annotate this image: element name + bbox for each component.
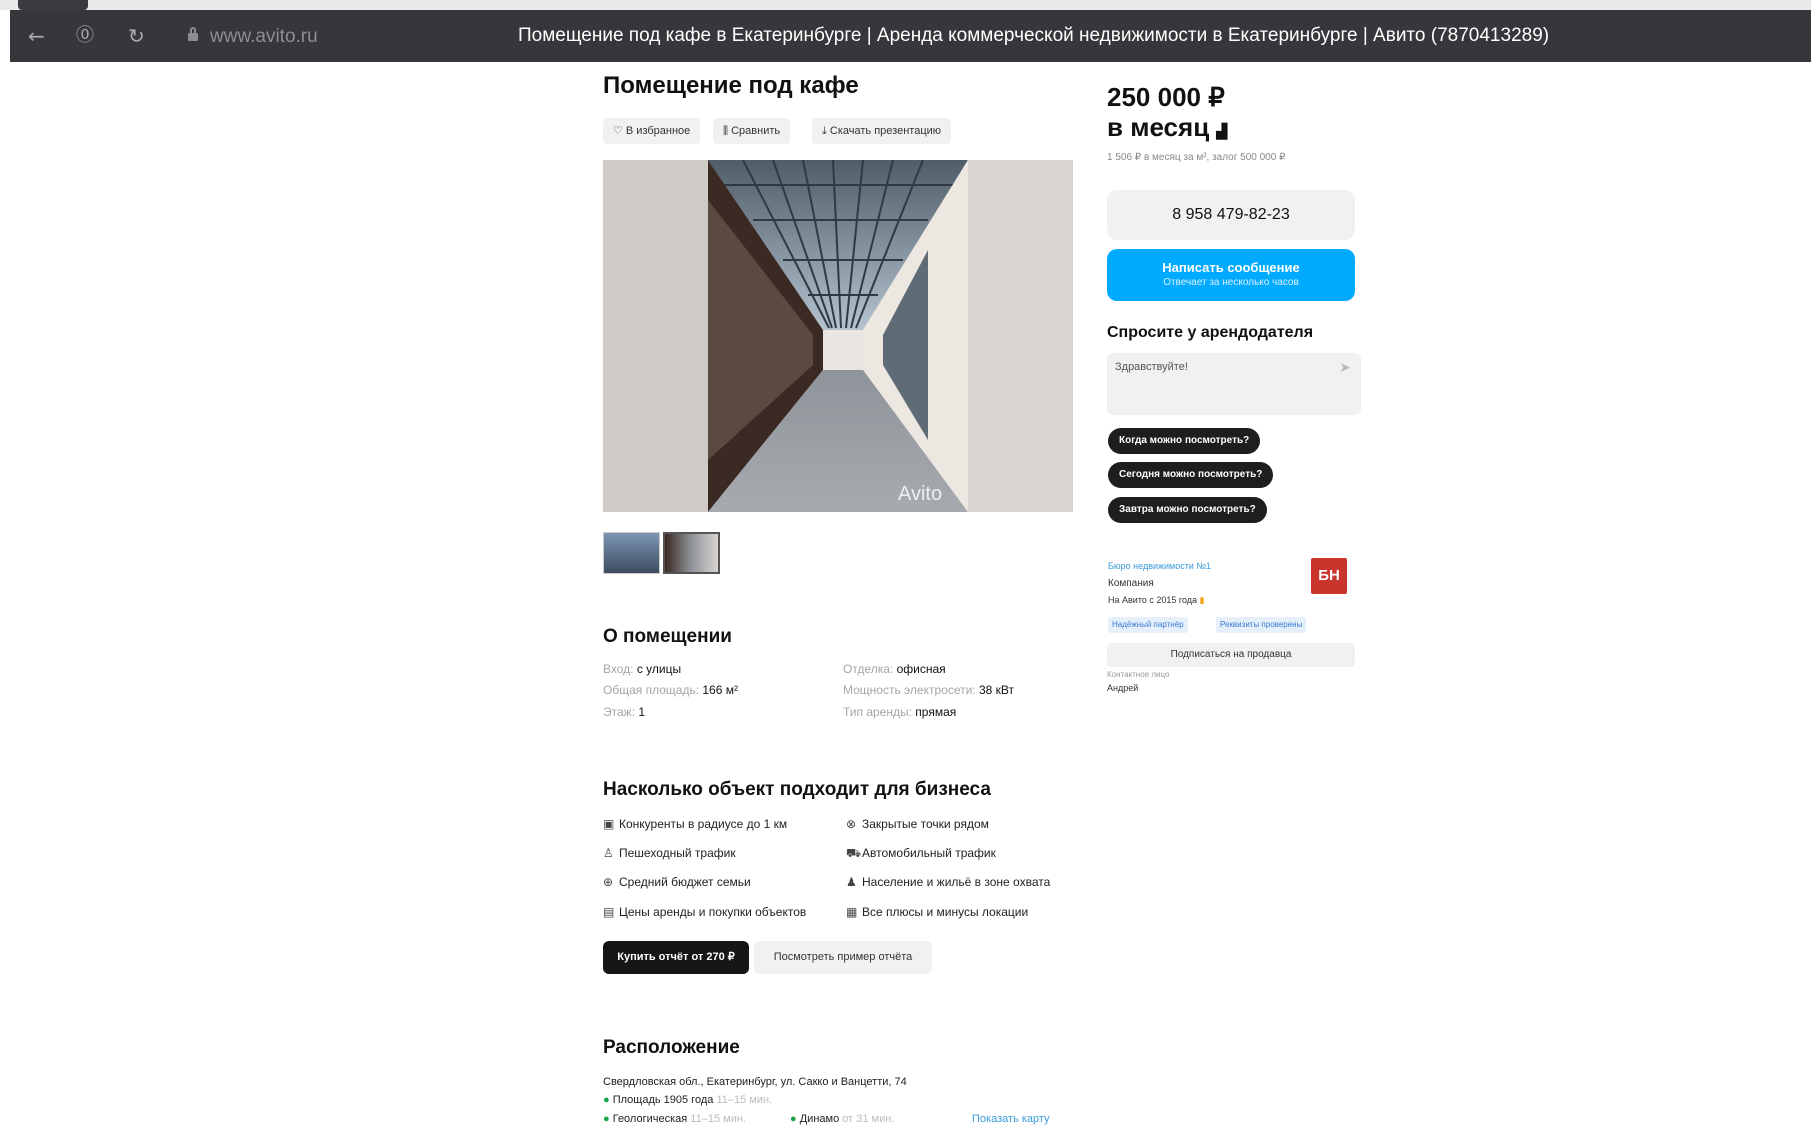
metro-station-3: ● Динамо от 31 мин. xyxy=(790,1113,895,1125)
price: 250 000 ₽ xyxy=(1107,82,1225,112)
yandex-protect-icon[interactable]: ⓪ xyxy=(76,24,94,48)
response-time: Отвечает за несколько часов xyxy=(1163,277,1299,288)
prop-area: Общая площадь: 166 м² xyxy=(603,683,738,697)
thumbnail-1[interactable] xyxy=(603,532,660,574)
download-presentation-button[interactable]: ⤓ Скачать презентацию xyxy=(812,118,952,144)
medal-icon: ▮ xyxy=(1199,595,1205,605)
prop-floor: Этаж: 1 xyxy=(603,705,646,719)
thumbnail-2[interactable] xyxy=(663,532,720,574)
browser-tab[interactable] xyxy=(18,0,88,10)
feature-closed-points: ⊗ Закрытые точки рядом xyxy=(846,817,989,831)
compare-button[interactable]: ⫼ Сравнить xyxy=(713,118,791,144)
pedestrian-icon: ♙ xyxy=(603,846,614,860)
gallery-photo: Avito xyxy=(603,160,1073,512)
people-icon: ♟ xyxy=(846,875,857,889)
contact-name: Андрей xyxy=(1107,683,1139,693)
price-tag-icon: ▤ xyxy=(603,905,615,919)
feature-competitors: ▣ Конкуренты в радиусе до 1 км xyxy=(603,817,788,831)
feature-family-budget: ⊕ Средний бюджет семьи xyxy=(603,875,751,889)
prop-finish: Отделка: офисная xyxy=(843,662,946,676)
badge-reliable-partner: Надёжный партнёр xyxy=(1108,617,1188,633)
feature-car-traffic: ⛟Автомобильный трафик xyxy=(846,846,996,860)
badge-details-verified: Реквизиты проверены xyxy=(1216,617,1307,633)
avito-watermark: Avito xyxy=(898,483,942,505)
photo-gallery[interactable]: Avito xyxy=(603,160,1073,512)
show-map-link[interactable]: Показать карту xyxy=(972,1113,1050,1125)
about-heading: О помещении xyxy=(603,626,732,647)
metro-station-1: ● Площадь 1905 года 11–15 мин. xyxy=(603,1094,773,1106)
prop-entrance: Вход: с улицы xyxy=(603,662,682,676)
report-example-button[interactable]: Посмотреть пример отчёта xyxy=(754,941,932,974)
favorite-button[interactable]: ♡ В избранное xyxy=(603,118,701,144)
buy-report-button[interactable]: Купить отчёт от 270 ₽ xyxy=(603,941,749,974)
write-message-button[interactable]: Написать сообщение Отвечает за несколько… xyxy=(1107,249,1355,301)
seller-type: Компания xyxy=(1108,578,1154,589)
feature-pedestrian: ♙ Пешеходный трафик xyxy=(603,846,736,860)
coin-icon: ⊕ xyxy=(603,875,614,889)
prop-rent-type: Тип аренды: прямая xyxy=(843,705,957,719)
quick-question-3[interactable]: Завтра можно посмотреть? xyxy=(1108,497,1267,523)
seller-name-link[interactable]: Бюро недвижимости №1 xyxy=(1108,561,1211,571)
building-icon: ▣ xyxy=(603,817,615,831)
back-arrow-icon[interactable]: ← xyxy=(28,24,45,48)
ask-landlord-heading: Спросите у арендодателя xyxy=(1107,324,1314,341)
price-details: 1 506 ₽ в месяц за м², залог 500 000 ₽ xyxy=(1107,152,1286,163)
quick-question-2[interactable]: Сегодня можно посмотреть? xyxy=(1108,462,1274,488)
price-history-icon: ▟ xyxy=(1216,123,1228,139)
price-period: в месяц xyxy=(1107,112,1210,142)
browser-tabstrip xyxy=(0,0,1811,10)
metro-dot-icon: ● xyxy=(603,1113,610,1125)
subscribe-seller-button[interactable]: Подписаться на продавца xyxy=(1107,643,1355,667)
ask-message-input[interactable]: Здравствуйте! ➤ xyxy=(1107,353,1361,415)
listing-title: Помещение под кафе xyxy=(603,72,859,99)
car-icon: ⛟ xyxy=(846,846,862,860)
seller-since: На Авито с 2015 года ▮ xyxy=(1108,595,1205,605)
send-icon[interactable]: ➤ xyxy=(1339,359,1351,376)
reload-icon[interactable]: ↻ xyxy=(128,24,145,48)
write-message-label: Написать сообщение xyxy=(1162,260,1300,275)
metro-station-2: ● Геологическая 11–15 мин. xyxy=(603,1113,746,1125)
ask-message-text: Здравствуйте! xyxy=(1115,361,1188,373)
address: Свердловская обл., Екатеринбург, ул. Сак… xyxy=(603,1076,907,1088)
business-heading: Насколько объект подходит для бизнеса xyxy=(603,779,991,800)
location-heading: Расположение xyxy=(603,1037,740,1058)
feature-prices: ▤ Цены аренды и покупки объектов xyxy=(603,905,807,919)
page-title-bar: Помещение под кафе в Екатеринбурге | Аре… xyxy=(518,25,1550,46)
quick-question-1[interactable]: Когда можно посмотреть? xyxy=(1108,428,1261,454)
contact-label: Контактное лицо xyxy=(1107,670,1170,679)
phone-number-button[interactable]: 8 958 479-82-23 xyxy=(1107,190,1355,240)
price-block: 250 000 ₽ в месяц ▟ xyxy=(1107,82,1227,146)
seller-logo[interactable]: БН xyxy=(1311,558,1347,594)
metro-dot-icon: ● xyxy=(790,1113,797,1125)
closed-circle-icon: ⊗ xyxy=(846,817,857,831)
prop-power: Мощность электросети: 38 кВт xyxy=(843,683,1015,697)
address-bar-url[interactable]: www.avito.ru xyxy=(210,26,318,48)
feature-pros-cons: ▦ Все плюсы и минусы локации xyxy=(846,905,1029,919)
lock-icon xyxy=(188,27,198,41)
browser-toolbar: ← ⓪ ↻ www.avito.ru Помещение под кафе в … xyxy=(10,10,1811,62)
document-icon: ▦ xyxy=(846,905,858,919)
metro-dot-icon: ● xyxy=(603,1094,610,1106)
feature-population: ♟ Население и жильё в зоне охвата xyxy=(846,875,1051,889)
